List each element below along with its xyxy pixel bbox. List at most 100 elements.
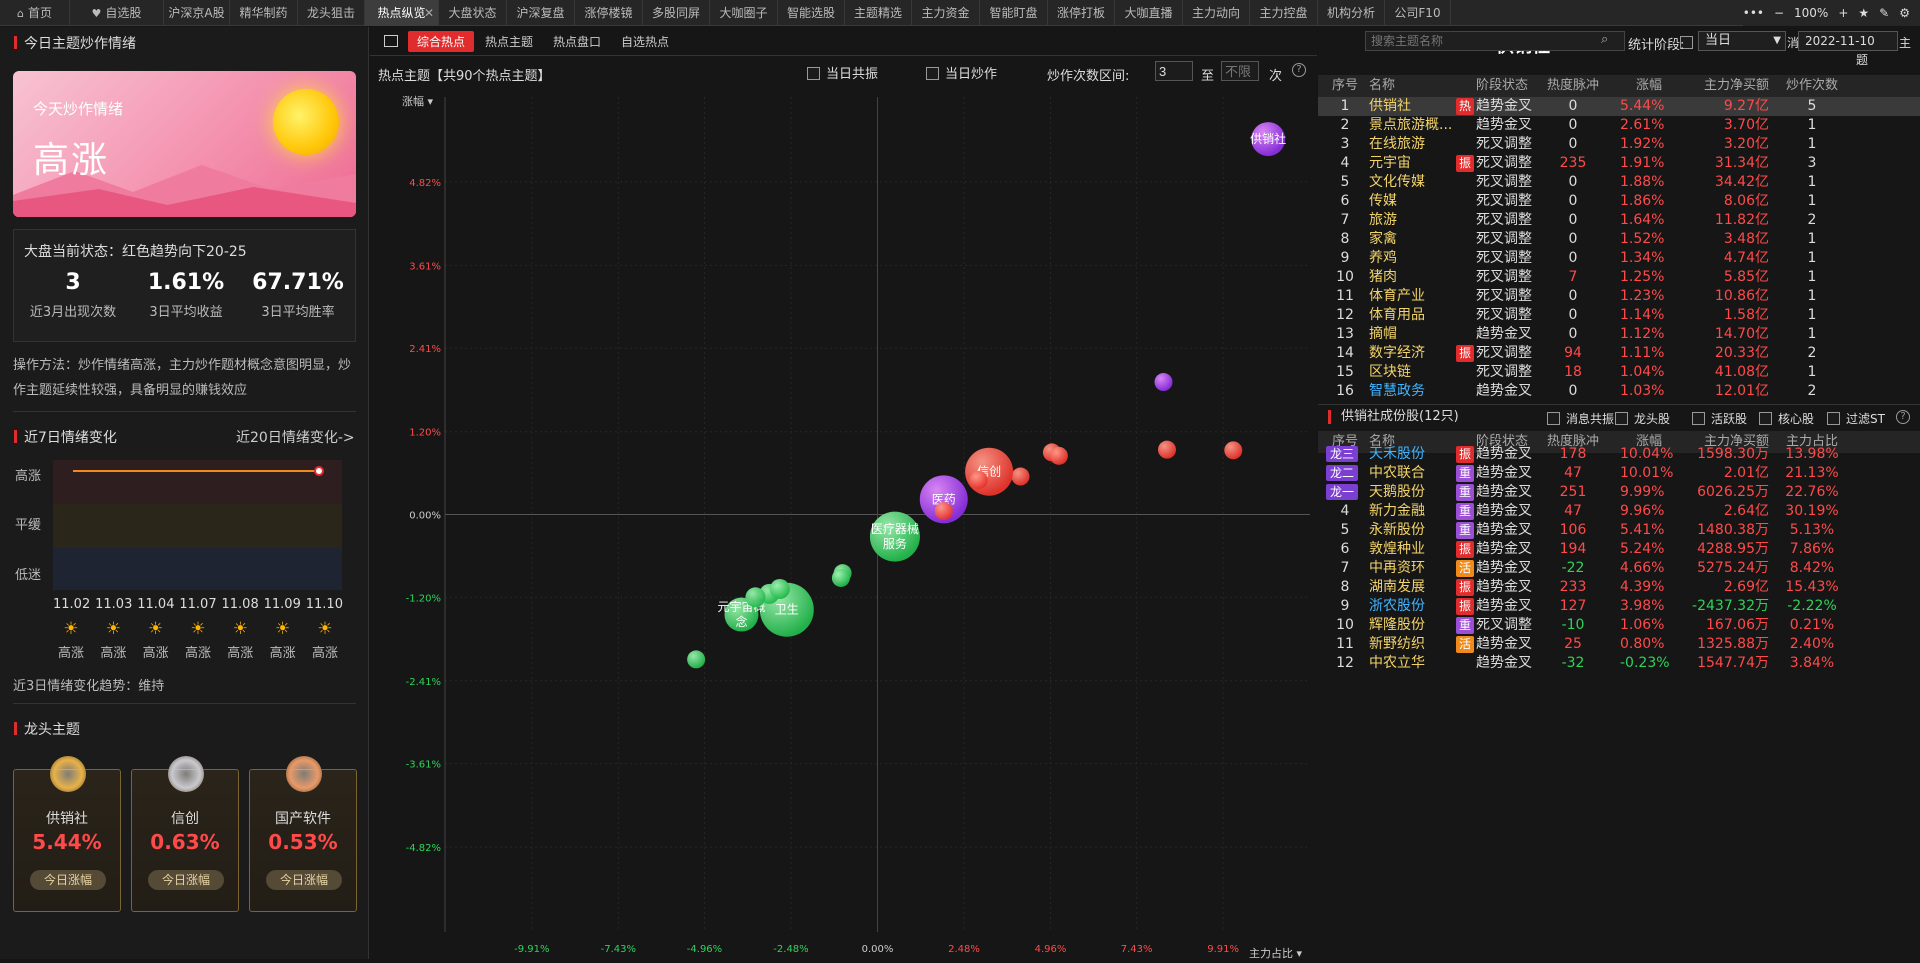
help-icon[interactable]: ? [1292,63,1306,77]
sidebar-toggle-icon[interactable] [384,35,398,47]
range-to-input[interactable] [1221,61,1259,81]
help-icon[interactable]: ? [1896,410,1910,424]
today-gain-button[interactable]: 今日涨幅 [148,870,224,890]
theme-row[interactable]: 1 供销社热趋势金叉 0 5.44% 9.27亿 5 [1318,97,1920,116]
leader-card[interactable]: 信创 0.63% 今日涨幅 [131,756,239,912]
theme-row[interactable]: 16 智慧政务 趋势金叉 0 1.03% 12.01亿 2 [1318,382,1920,401]
theme-row[interactable]: 11 体育产业 死叉调整 0 1.23% 10.86亿 1 [1318,287,1920,306]
column-header[interactable]: 序号 [1330,75,1360,97]
theme-row[interactable]: 3 在线旅游 死叉调整 0 1.92% 3.20亿 1 [1318,135,1920,154]
search-icon[interactable]: ⌕ [1601,32,1608,47]
stock-filter-checkbox[interactable]: 活跃股 [1692,410,1747,427]
tab-11[interactable]: 智能选股 [778,0,845,26]
bubble-theme-2[interactable] [1157,440,1176,459]
tab-18[interactable]: 主力控盘 [1250,0,1318,26]
zoom-out-button[interactable]: − [1774,6,1784,20]
bubble-theme-19[interactable] [687,650,706,669]
theme-row[interactable]: 10 猪肉 死叉调整 7 1.25% 5.85亿 1 [1318,268,1920,287]
tab-14[interactable]: 智能盯盘 [980,0,1048,26]
bubble-theme-6[interactable] [1011,467,1030,486]
theme-row[interactable]: 15 区块链 死叉调整 18 1.04% 41.08亿 1 [1318,363,1920,382]
tab-6[interactable]: 大盘状态 [439,0,507,26]
stock-row[interactable]: 9 浙农股份振趋势金叉 127 3.98% -2437.32万 -2.22% [1318,597,1920,616]
hype-checkbox[interactable]: 当日炒作 [926,63,997,82]
today-gain-button[interactable]: 今日涨幅 [266,870,342,890]
twenty-day-link[interactable]: 近20日情绪变化-> [236,427,355,447]
theme-row[interactable]: 8 家禽 死叉调整 0 1.52% 3.48亿 1 [1318,230,1920,249]
column-header[interactable]: 涨幅 [1620,75,1662,97]
tab-8[interactable]: 涨停楼镜 [575,0,643,26]
leader-card[interactable]: 国产软件 0.53% 今日涨幅 [249,756,357,912]
subtab-0[interactable]: 综合热点 [408,30,475,52]
tab-5[interactable]: 热点纵览 ✕ [365,0,439,26]
stock-row[interactable]: 5 永新股份重趋势金叉 106 5.41% 1480.38万 5.13% [1318,521,1920,540]
tab-1[interactable]: ♥ 自选股 [70,0,164,26]
tab-16[interactable]: 大咖直播 [1115,0,1183,26]
tab-10[interactable]: 大咖圈子 [710,0,778,26]
subtab-2[interactable]: 热点盘口 [544,31,610,52]
tab-7[interactable]: 沪深复盘 [507,0,575,26]
tab-17[interactable]: 主力动向 [1183,0,1250,26]
tab-13[interactable]: 主力资金 [912,0,980,26]
x-axis-label[interactable]: 主力占比 ▾ [1249,946,1302,960]
theme-row[interactable]: 12 体育用品 死叉调整 0 1.14% 1.58亿 1 [1318,306,1920,325]
tab-0[interactable]: ⌂ 首页 [0,0,70,26]
tab-4[interactable]: 龙头狙击 [298,0,365,26]
pen-icon[interactable]: ✎ [1879,6,1889,20]
stock-filter-checkbox[interactable]: 龙头股 [1615,410,1670,427]
theme-row[interactable]: 9 养鸡 死叉调整 0 1.34% 4.74亿 1 [1318,249,1920,268]
tab-3[interactable]: 精华制药 [230,0,298,26]
range-from-input[interactable] [1155,61,1193,81]
stock-row[interactable]: 6 敦煌种业振趋势金叉 194 5.24% 4288.95万 7.86% [1318,540,1920,559]
theme-search-input[interactable] [1365,31,1625,51]
period-select[interactable]: 当日 ▼ [1698,31,1786,51]
stock-filter-checkbox[interactable]: 过滤ST [1827,410,1885,427]
stock-filter-checkbox[interactable]: 消息共振 [1547,410,1614,427]
tab-20[interactable]: 公司F10 [1385,0,1451,26]
stock-row[interactable]: 龙一 天鹅股份重趋势金叉 251 9.99% 6026.25万 22.76% [1318,483,1920,502]
y-axis-label[interactable]: 涨幅 ▾ [402,95,433,108]
theme-row[interactable]: 5 文化传媒 死叉调整 0 1.88% 34.42亿 1 [1318,173,1920,192]
stock-filter-checkbox[interactable]: 核心股 [1759,410,1814,427]
stock-row[interactable]: 11 新野纺织活趋势金叉 25 0.80% 1325.88万 2.40% [1318,635,1920,654]
stock-row[interactable]: 龙二 中农联合重趋势金叉 47 10.01% 2.01亿 21.13% [1318,464,1920,483]
stock-row[interactable]: 7 中再资环活趋势金叉 -22 4.66% 5275.24万 8.42% [1318,559,1920,578]
more-icon[interactable]: ••• [1743,6,1764,20]
tab-12[interactable]: 主题精选 [845,0,912,26]
theme-row[interactable]: 6 传媒 死叉调整 0 1.86% 8.06亿 1 [1318,192,1920,211]
stock-row[interactable]: 龙三 天禾股份振趋势金叉 178 10.04% 1598.30万 13.98% [1318,445,1920,464]
bubble-theme-8[interactable] [969,470,988,489]
star-icon[interactable]: ★ [1858,6,1869,20]
theme-row[interactable]: 4 元宇宙振死叉调整 235 1.91% 31.34亿 3 [1318,154,1920,173]
bubble-theme-17[interactable] [769,579,790,600]
bubble-theme-10[interactable] [934,502,953,521]
bubble-theme-13[interactable] [831,568,850,587]
column-header[interactable]: 炒作次数 [1772,75,1852,97]
date-picker[interactable]: 2022-11-10 [1798,31,1898,51]
theme-row[interactable]: 13 摘帽 趋势金叉 0 1.12% 14.70亿 1 [1318,325,1920,344]
column-header[interactable]: 热度脉冲 [1537,75,1609,97]
bubble-theme-1[interactable] [1154,373,1173,392]
tab-19[interactable]: 机构分析 [1318,0,1385,26]
column-header[interactable]: 名称 [1369,75,1459,97]
today-gain-button[interactable]: 今日涨幅 [30,870,106,890]
theme-row[interactable]: 2 景点旅游概... 趋势金叉 0 2.61% 3.70亿 1 [1318,116,1920,135]
subtab-1[interactable]: 热点主题 [476,31,542,52]
theme-row[interactable]: 14 数字经济振死叉调整 94 1.11% 20.33亿 2 [1318,344,1920,363]
close-icon[interactable]: ✕ [424,0,434,26]
leader-card[interactable]: 供销社 5.44% 今日涨幅 [13,756,121,912]
stock-row[interactable]: 4 新力金融重趋势金叉 47 9.96% 2.64亿 30.19% [1318,502,1920,521]
gear-icon[interactable]: ⚙ [1899,6,1910,20]
zoom-in-button[interactable]: + [1838,6,1848,20]
tab-15[interactable]: 涨停打板 [1048,0,1115,26]
resonance-checkbox[interactable]: 当日共振 [807,63,878,82]
bubble-theme-18[interactable] [745,587,766,608]
stock-row[interactable]: 8 湖南发展振趋势金叉 233 4.39% 2.69亿 15.43% [1318,578,1920,597]
stock-row[interactable]: 10 辉隆股份重死叉调整 -10 1.06% 167.06万 0.21% [1318,616,1920,635]
tab-2[interactable]: 沪深京A股 [164,0,230,26]
subtab-3[interactable]: 自选热点 [612,31,678,52]
bubble-theme-5[interactable] [1049,446,1068,465]
tab-9[interactable]: 多股同屏 [643,0,710,26]
bubble-theme-3[interactable] [1224,441,1243,460]
stock-row[interactable]: 12 中农立华 趋势金叉 -32 -0.23% 1547.74万 3.84% [1318,654,1920,673]
